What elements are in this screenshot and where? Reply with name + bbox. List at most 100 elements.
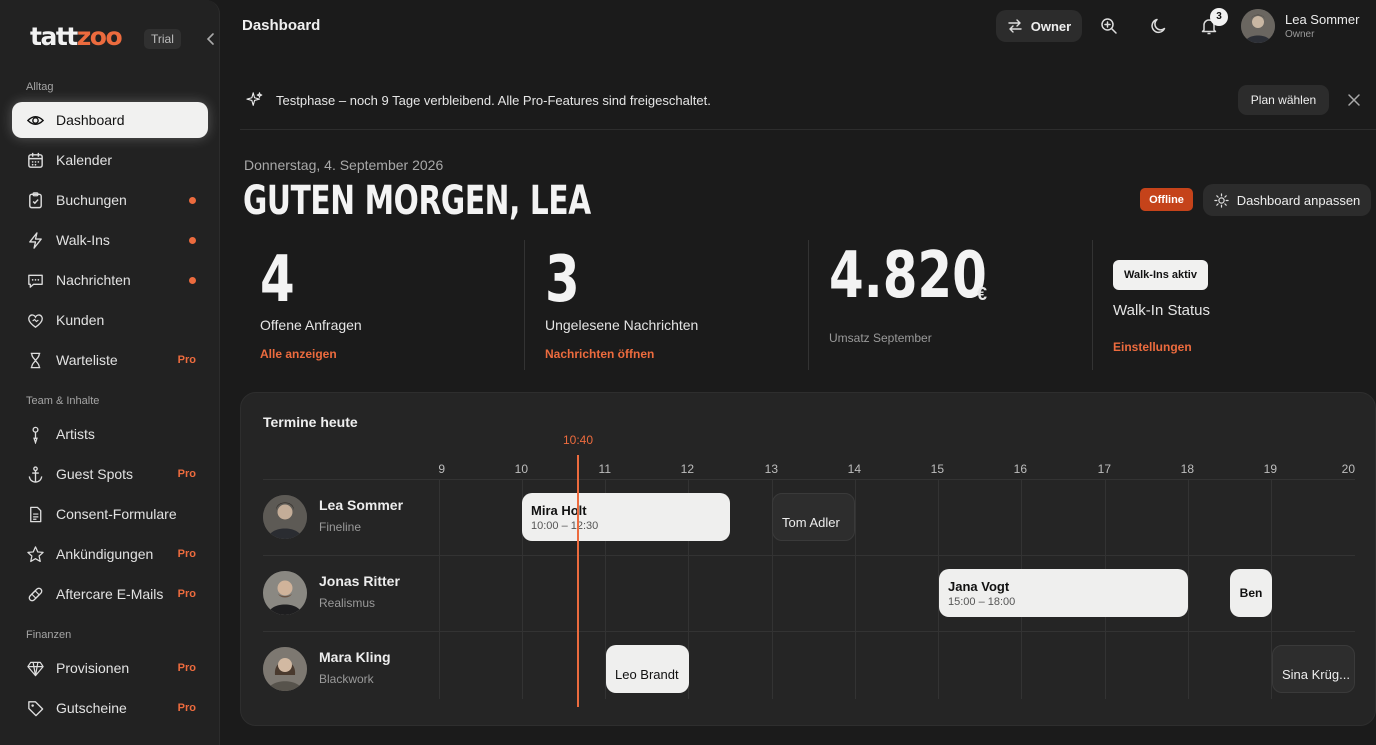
sidebar: tattzoo Trial Alltag Dashboard Kalender …	[0, 0, 220, 745]
sidebar-item-provisionen[interactable]: Provisionen Pro	[12, 650, 208, 686]
divider	[524, 240, 525, 370]
show-all-link[interactable]: Alle anzeigen	[260, 347, 337, 361]
eye-icon	[26, 115, 45, 125]
notification-count-badge: 3	[1210, 8, 1228, 26]
appointment-block[interactable]: Tom Adler	[772, 493, 855, 541]
hour-tick: 11	[598, 462, 611, 476]
appointment-block[interactable]: Ben	[1230, 569, 1272, 617]
walk-ins-active-badge[interactable]: Walk-Ins aktiv	[1113, 260, 1208, 290]
sidebar-item-walk-ins[interactable]: Walk-Ins	[12, 222, 208, 258]
stat-label: Umsatz September	[829, 331, 932, 345]
row-divider	[263, 555, 1355, 556]
grid-line	[1188, 479, 1189, 699]
appointment-client: Mira Holt	[531, 502, 587, 518]
open-messages-link[interactable]: Nachrichten öffnen	[545, 347, 654, 361]
hour-tick: 10	[514, 462, 528, 476]
sidebar-item-label: Kunden	[56, 312, 105, 328]
calendar-icon	[28, 152, 43, 168]
anchor-icon	[28, 465, 43, 483]
message-icon	[28, 274, 43, 288]
diamond-icon	[27, 661, 44, 676]
section-label-team: Team & Inhalte	[26, 395, 100, 407]
status-badge[interactable]: Offline	[1140, 188, 1193, 211]
appointment-client: Sina Krüg...	[1282, 666, 1350, 682]
section-title: Termine heute	[263, 414, 358, 430]
stat-card-walk-in-status: Walk-Ins aktiv Walk-In Status Einstellun…	[1113, 240, 1363, 370]
sidebar-item-kalender[interactable]: Kalender	[12, 142, 208, 178]
hour-tick: 15	[930, 462, 944, 476]
hour-tick: 20	[1341, 462, 1355, 476]
appointment-time: 15:00 – 18:00	[948, 595, 1016, 608]
hour-tick: 16	[1013, 462, 1027, 476]
hour-tick: 14	[847, 462, 861, 476]
avatar[interactable]	[263, 571, 307, 615]
pro-badge: Pro	[177, 548, 196, 560]
grid-line	[439, 479, 440, 699]
avatar[interactable]	[263, 495, 307, 539]
appointment-time: 10:00 – 12:30	[531, 519, 599, 532]
trial-badge: Trial	[144, 29, 181, 49]
sidebar-item-label: Artists	[56, 426, 95, 442]
app-logo[interactable]: tattzoo	[30, 22, 123, 51]
hour-tick: 19	[1263, 462, 1277, 476]
stat-label: Walk-In Status	[1113, 302, 1210, 319]
sidebar-item-aftercare-emails[interactable]: Aftercare E-Mails Pro	[12, 576, 208, 612]
customize-dashboard-button[interactable]: Dashboard anpassen	[1203, 184, 1371, 216]
appointment-block[interactable]: Mira Holt 10:00 – 12:30	[522, 493, 730, 541]
page-title: Dashboard	[242, 17, 321, 34]
stat-value: 4	[260, 243, 295, 317]
currency-symbol: €	[977, 284, 988, 304]
artist-name: Jonas Ritter	[319, 573, 400, 589]
role-switch-button[interactable]: Owner	[996, 10, 1082, 42]
sidebar-item-artists[interactable]: Artists	[12, 416, 208, 452]
sidebar-item-gutscheine[interactable]: Gutscheine Pro	[12, 690, 208, 726]
appointment-client: Leo Brandt	[615, 666, 679, 682]
pro-badge: Pro	[177, 702, 196, 714]
stat-label: Offene Anfragen	[260, 317, 362, 333]
appointment-block[interactable]: Leo Brandt	[606, 645, 689, 693]
document-icon	[30, 506, 42, 522]
clipboard-icon	[29, 191, 42, 208]
stat-value: 3	[545, 243, 580, 317]
choose-plan-button[interactable]: Plan wählen	[1238, 85, 1329, 115]
section-label-finanzen: Finanzen	[26, 629, 72, 641]
stat-card-umsatz: 4.820 € Umsatz September	[829, 240, 1079, 370]
bolt-icon	[29, 231, 42, 249]
sidebar-item-buchungen[interactable]: Buchungen	[12, 182, 208, 218]
hour-tick: 9	[438, 462, 445, 476]
appointment-block[interactable]: Sina Krüg...	[1272, 645, 1355, 693]
user-role: Owner	[1285, 29, 1315, 40]
current-time-indicator	[577, 455, 579, 707]
grid-line	[855, 479, 856, 699]
artist-name: Lea Sommer	[319, 497, 404, 513]
settings-link[interactable]: Einstellungen	[1113, 340, 1192, 354]
artist-style: Blackwork	[319, 672, 374, 686]
pro-badge: Pro	[177, 354, 196, 366]
sidebar-item-guest-spots[interactable]: Guest Spots Pro	[12, 456, 208, 492]
stat-card-nachrichten: 3 Ungelesene Nachrichten Nachrichten öff…	[545, 240, 795, 370]
sidebar-item-nachrichten[interactable]: Nachrichten	[12, 262, 208, 298]
zoom-icon[interactable]	[1099, 16, 1119, 36]
sidebar-item-dashboard[interactable]: Dashboard	[12, 102, 208, 138]
moon-icon[interactable]	[1149, 16, 1169, 36]
chevron-left-icon[interactable]	[203, 31, 219, 47]
pro-badge: Pro	[177, 662, 196, 674]
sidebar-item-label: Gutscheine	[56, 700, 127, 716]
appointment-client: Ben	[1239, 586, 1263, 600]
sidebar-item-kunden[interactable]: Kunden	[12, 302, 208, 338]
sidebar-item-label: Ankündigungen	[56, 546, 154, 562]
avatar[interactable]	[263, 647, 307, 691]
appointment-block[interactable]: Jana Vogt 15:00 – 18:00	[939, 569, 1188, 617]
sidebar-item-warteliste[interactable]: Warteliste Pro	[12, 342, 208, 378]
sidebar-item-consent-formulare[interactable]: Consent-Formulare	[12, 496, 208, 532]
avatar[interactable]	[1241, 9, 1275, 43]
close-icon[interactable]	[1347, 93, 1361, 107]
sidebar-item-label: Aftercare E-Mails	[56, 586, 164, 602]
sidebar-item-label: Nachrichten	[56, 272, 131, 288]
sidebar-item-label: Warteliste	[56, 352, 118, 368]
unread-dot	[189, 197, 196, 204]
tag-icon	[28, 700, 44, 716]
sidebar-item-ankuendigungen[interactable]: Ankündigungen Pro	[12, 536, 208, 572]
unread-dot	[189, 277, 196, 284]
trial-banner-text: Testphase – noch 9 Tage verbleibend. All…	[276, 93, 711, 108]
